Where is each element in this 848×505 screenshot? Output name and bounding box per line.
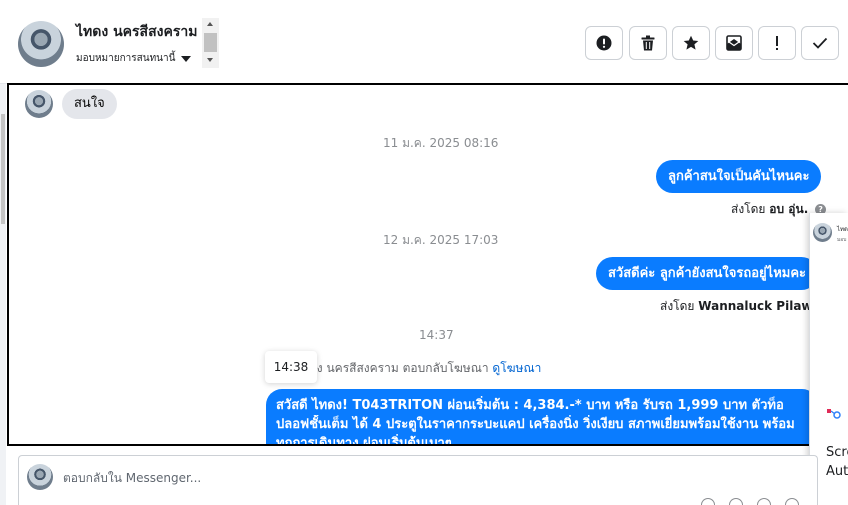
- archive-button[interactable]: [715, 26, 753, 60]
- ad-reply-context: ดง นครสีสงคราม ตอบกลับโฆษณา ดูโฆษณา: [309, 359, 541, 378]
- sent-by-prefix: ส่งโดย: [731, 202, 766, 216]
- left-scroll-thumb[interactable]: [1, 114, 5, 224]
- timestamp: 12 ม.ค. 2025 17:03: [383, 233, 499, 247]
- outgoing-message-bubble[interactable]: ลูกค้าสนใจเป็นคันไหนคะ: [656, 160, 822, 193]
- scroll-thumb[interactable]: [204, 33, 217, 52]
- exclamation-icon: [776, 36, 778, 50]
- composer-toolbar: [701, 498, 799, 505]
- incoming-message-bubble[interactable]: สนใจ: [62, 89, 117, 119]
- mini-contact-name: ไทด: [837, 226, 848, 233]
- panel-text: Aut: [826, 464, 848, 479]
- ad-message-line: สวัสดี ไทดง! T043TRITON ผ่อนเริ่มต้น : 4…: [276, 398, 784, 413]
- reply-composer: [18, 455, 818, 505]
- mark-spam-button[interactable]: [585, 26, 623, 60]
- conversation-header: ไทดง นครสีสงคราม มอบหมายการสนทนานี้: [0, 0, 848, 84]
- delete-button[interactable]: [629, 26, 667, 60]
- time-tooltip: 14:38: [265, 351, 317, 383]
- contact-name[interactable]: ไทดง นครสีสงคราม: [76, 21, 197, 43]
- sent-by-label: ส่งโดย Wannaluck Pilawan: [660, 297, 829, 316]
- alert-circle-icon: [596, 35, 612, 51]
- ad-message-line: ทุกการเดินทาง ผ่อนเริ่มต้นเบาๆ: [276, 436, 452, 446]
- sender-avatar: [25, 90, 53, 118]
- sent-by-name: อบ อุ่น.: [769, 202, 809, 216]
- archive-envelope-icon: [726, 35, 742, 51]
- ad-message-line: ปลอฟชั้นเต็ม ได้ 4 ประตูในราคากระบะแคป เ…: [276, 417, 795, 432]
- ad-reply-text: ดง นครสีสงคราม ตอบกลับโฆษณา: [309, 361, 489, 375]
- checkmark-icon: [812, 37, 828, 49]
- ad-message-bubble[interactable]: สวัสดี ไทดง! T043TRITON ผ่อนเริ่มต้น : 4…: [266, 389, 818, 446]
- reply-input[interactable]: [63, 469, 663, 487]
- image-icon[interactable]: [729, 498, 743, 505]
- sent-by-prefix: ส่งโดย: [660, 299, 695, 313]
- emoji-icon[interactable]: [757, 498, 771, 505]
- star-button[interactable]: [672, 26, 710, 60]
- follow-up-button[interactable]: [758, 26, 796, 60]
- assign-label: มอบหมายการสนทนานี้: [76, 53, 176, 64]
- composer-avatar: [27, 464, 53, 490]
- header-scrollbar[interactable]: [202, 18, 219, 68]
- mini-sub-label: มอบ: [837, 237, 847, 243]
- assign-conversation-dropdown[interactable]: มอบหมายการสนทนานี้: [76, 51, 192, 66]
- contact-avatar[interactable]: [18, 21, 64, 67]
- scroll-up-arrow-icon[interactable]: [207, 22, 213, 26]
- trash-icon: [641, 35, 655, 51]
- panel-text: Scre: [826, 445, 848, 460]
- message-thread[interactable]: สนใจ 11 ม.ค. 2025 08:16 ลูกค้าสนใจเป็นคั…: [7, 83, 848, 446]
- scroll-down-arrow-icon[interactable]: [207, 58, 213, 62]
- left-scrollbar[interactable]: [0, 84, 6, 505]
- inbox-conversation-view: ไทดง นครสีสงคราม มอบหมายการสนทนานี้ สนใจ…: [0, 0, 848, 505]
- timestamp: 11 ม.ค. 2025 08:16: [383, 136, 499, 150]
- mark-done-button[interactable]: [801, 26, 839, 60]
- view-ad-link[interactable]: ดูโฆษณา: [492, 361, 541, 375]
- star-icon: [683, 35, 699, 50]
- outgoing-message-bubble[interactable]: สวัสดีค่ะ ลูกค้ายังสนใจรถอยู่ไหมคะ: [596, 257, 819, 290]
- chevron-down-icon: [181, 55, 192, 62]
- timestamp: 14:37: [419, 328, 454, 342]
- more-icon[interactable]: [785, 498, 799, 505]
- attachment-icon[interactable]: [701, 498, 715, 505]
- mini-avatar: [813, 223, 832, 242]
- app-logo-icon: [827, 409, 841, 419]
